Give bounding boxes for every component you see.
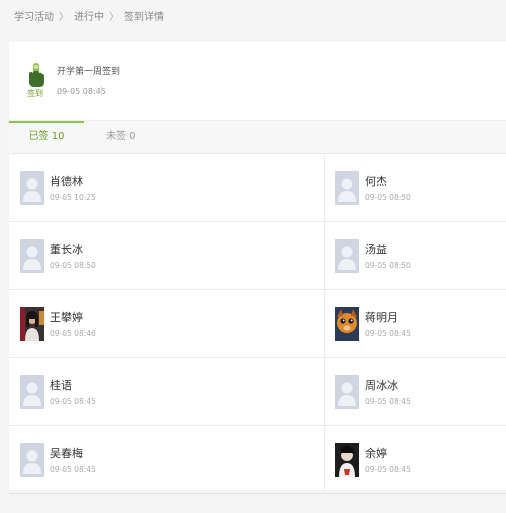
breadcrumb-in-progress[interactable]: 进行中 — [74, 8, 104, 23]
table-row: 吴春梅 09-05 08:45 余婷 09-05 08:45 — [9, 426, 506, 494]
member-name: 吴春梅 — [50, 447, 83, 460]
member-item[interactable]: 吴春梅 09-05 08:45 — [20, 426, 260, 493]
tab-signed[interactable]: 已签 10 — [9, 121, 84, 153]
breadcrumb-separator: 〉 — [109, 11, 119, 23]
photo-avatar — [20, 307, 44, 341]
member-item[interactable]: 余婷 09-05 08:45 — [335, 426, 506, 493]
member-name: 王攀婷 — [50, 311, 83, 324]
member-name: 董长冰 — [50, 243, 83, 256]
default-avatar-icon — [20, 171, 44, 205]
member-item[interactable]: 肖德林 09-05 10:25 — [20, 154, 260, 221]
table-row: 王攀婷 09-05 08:46 蒋明月 09-05 08:45 — [9, 290, 506, 358]
breadcrumb-separator: 〉 — [59, 11, 69, 23]
divider — [101, 86, 102, 96]
default-avatar-icon — [335, 171, 359, 205]
signin-details-card: 签到 开学第一周签到 09-05 08:45 已签 10 未签 0 肖德林 09… — [9, 42, 506, 494]
activity-time: 09-05 08:45 — [57, 87, 106, 96]
default-avatar-icon — [335, 239, 359, 273]
member-signin-time: 09-05 08:50 — [365, 193, 411, 202]
default-avatar-icon — [20, 443, 44, 477]
member-grid: 肖德林 09-05 10:25 何杰 09-05 08:50 董长冰 09-05… — [9, 154, 506, 494]
photo-avatar — [335, 307, 359, 341]
member-name: 肖德林 — [50, 175, 83, 188]
hand-pointer-icon — [24, 62, 48, 88]
member-signin-time: 09-05 08:50 — [365, 261, 411, 270]
breadcrumb-learning-activities[interactable]: 学习活动 — [14, 8, 54, 23]
member-item[interactable]: 蒋明月 09-05 08:45 — [335, 290, 506, 357]
activity-title: 开学第一周签到 — [57, 67, 121, 77]
member-name: 汤益 — [365, 243, 387, 256]
table-row: 桂语 09-05 08:45 周冰冰 09-05 08:45 — [9, 358, 506, 426]
signin-tabs: 已签 10 未签 0 — [9, 121, 506, 154]
activity-header: 签到 开学第一周签到 09-05 08:45 — [9, 42, 506, 121]
photo-avatar — [335, 443, 359, 477]
member-signin-time: 09-05 08:45 — [365, 465, 411, 474]
member-item[interactable]: 王攀婷 09-05 08:46 — [20, 290, 260, 357]
breadcrumb-signin-details: 签到详情 — [124, 11, 164, 23]
default-avatar-icon — [335, 375, 359, 409]
member-item[interactable]: 桂语 09-05 08:45 — [20, 358, 260, 425]
member-item[interactable]: 董长冰 09-05 08:50 — [20, 222, 260, 289]
member-name: 周冰冰 — [365, 379, 398, 392]
member-item[interactable]: 何杰 09-05 08:50 — [335, 154, 506, 221]
signin-type-label: 签到 — [27, 89, 43, 98]
member-signin-time: 09-05 08:45 — [50, 465, 96, 474]
table-row: 肖德林 09-05 10:25 何杰 09-05 08:50 — [9, 154, 506, 222]
tab-unsigned[interactable]: 未签 0 — [106, 121, 136, 153]
member-name: 余婷 — [365, 447, 387, 460]
member-item[interactable]: 周冰冰 09-05 08:45 — [335, 358, 506, 425]
member-name: 何杰 — [365, 175, 387, 188]
member-signin-time: 09-05 08:45 — [365, 397, 411, 406]
member-signin-time: 09-05 08:45 — [365, 329, 411, 338]
member-signin-time: 09-05 08:50 — [50, 261, 96, 270]
member-item[interactable]: 汤益 09-05 08:50 — [335, 222, 506, 289]
member-signin-time: 09-05 08:45 — [50, 397, 96, 406]
breadcrumb: 学习活动 〉 进行中 〉 签到详情 — [0, 0, 506, 30]
default-avatar-icon — [20, 375, 44, 409]
table-row: 董长冰 09-05 08:50 汤益 09-05 08:50 — [9, 222, 506, 290]
member-signin-time: 09-05 10:25 — [50, 193, 96, 202]
member-name: 桂语 — [50, 379, 72, 392]
member-signin-time: 09-05 08:46 — [50, 329, 96, 338]
default-avatar-icon — [20, 239, 44, 273]
member-name: 蒋明月 — [365, 311, 398, 324]
